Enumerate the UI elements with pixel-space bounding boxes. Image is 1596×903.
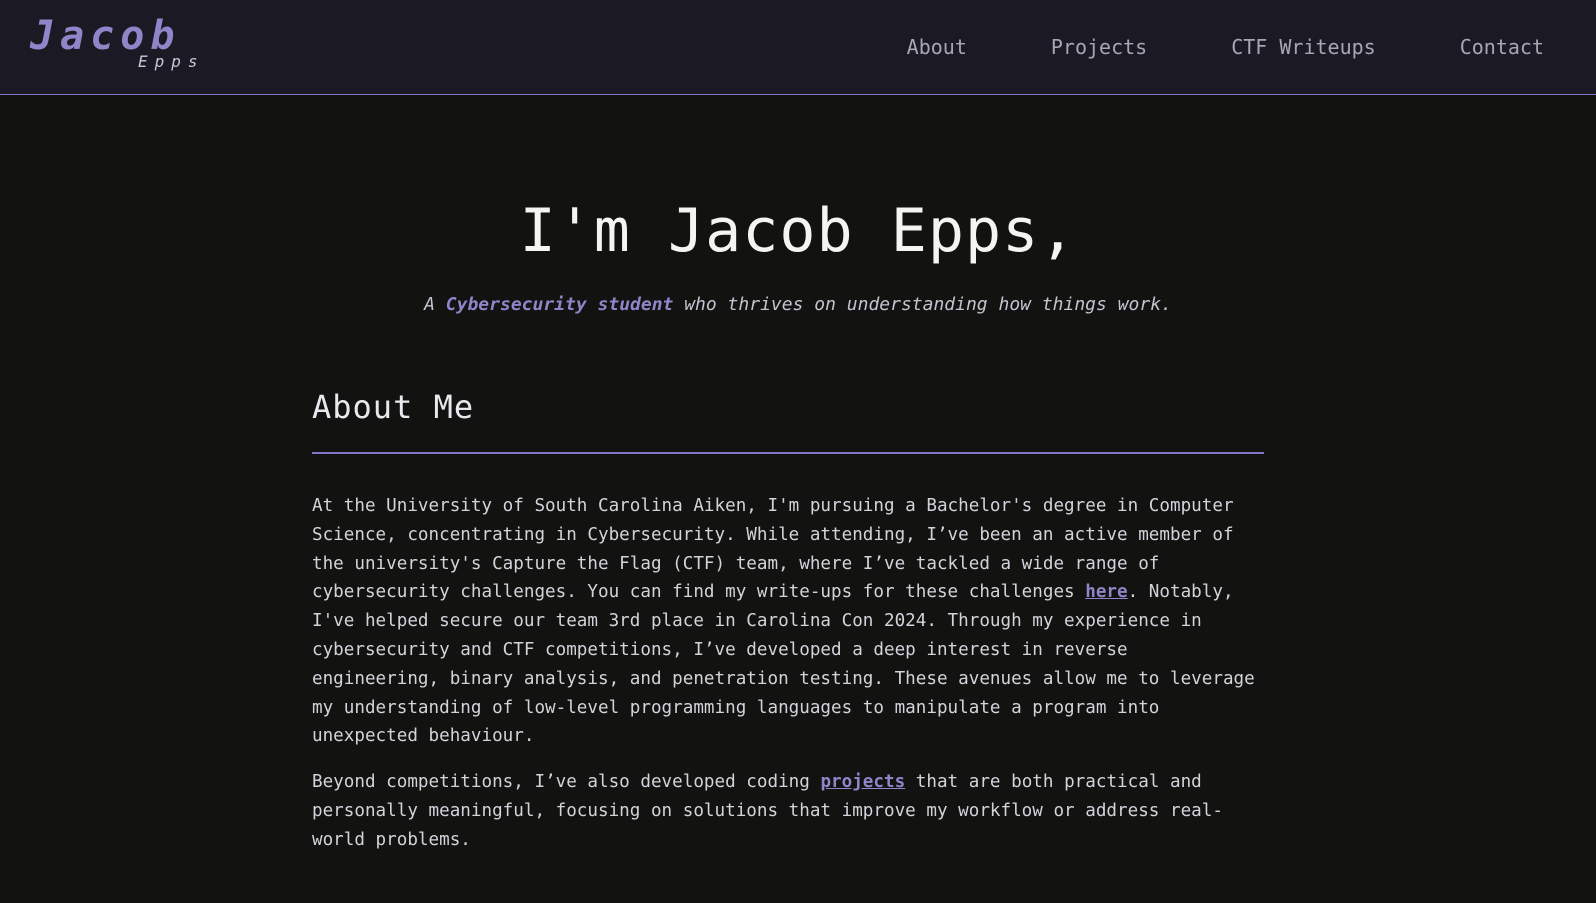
nav-about-link[interactable]: About — [907, 35, 967, 59]
hero-subtitle-accent: Cybersecurity student — [445, 294, 674, 315]
about-heading: About Me — [312, 388, 1264, 454]
hero-subtitle-prefix: A — [424, 294, 446, 315]
writeups-here-link[interactable]: here — [1085, 582, 1127, 602]
nav-ctf-writeups-link[interactable]: CTF Writeups — [1231, 35, 1376, 59]
about-p1-text-after: . Notably, I've helped secure our team 3… — [312, 582, 1255, 747]
about-p2-text-before: Beyond competitions, I’ve also developed… — [312, 772, 821, 793]
projects-inline-link[interactable]: projects — [820, 772, 905, 792]
hero-subtitle-suffix: who thrives on understanding how things … — [673, 294, 1172, 315]
nav-contact-link[interactable]: Contact — [1460, 35, 1544, 59]
logo-last-name: Epps — [138, 52, 205, 71]
nav-projects-link[interactable]: Projects — [1051, 35, 1147, 59]
about-section: About Me At the University of South Caro… — [312, 388, 1264, 855]
about-paragraph-2: Beyond competitions, I’ve also developed… — [312, 768, 1264, 854]
hero-title: I'm Jacob Epps, — [519, 196, 1077, 266]
main-nav: About Projects CTF Writeups Contact — [907, 0, 1596, 94]
site-header: Jacob Epps About Projects CTF Writeups C… — [0, 0, 1596, 95]
about-paragraph-1: At the University of South Carolina Aike… — [312, 492, 1264, 751]
site-logo[interactable]: Jacob Epps — [30, 10, 198, 71]
hero-subtitle: A Cybersecurity student who thrives on u… — [0, 294, 1596, 315]
